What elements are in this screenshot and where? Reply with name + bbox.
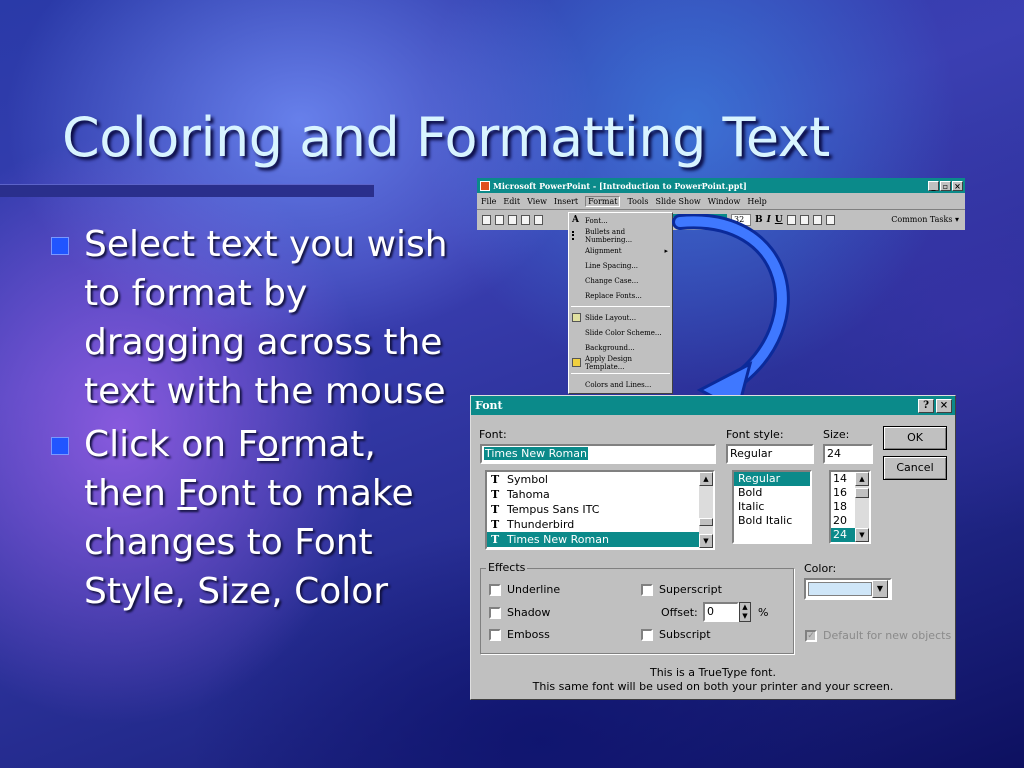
bullets-icon bbox=[572, 231, 581, 240]
help-button[interactable]: ? bbox=[918, 398, 934, 413]
truetype-icon: T bbox=[491, 488, 500, 501]
title-underline bbox=[0, 184, 374, 197]
style-list-item[interactable]: Bold Italic bbox=[734, 514, 810, 528]
menu-edit[interactable]: Edit bbox=[503, 197, 520, 206]
align-right-icon[interactable] bbox=[812, 214, 822, 225]
scroll-up-icon[interactable]: ▲ bbox=[855, 472, 869, 486]
font-style-list[interactable]: Regular Bold Italic Bold Italic bbox=[732, 470, 812, 544]
superscript-checkbox[interactable]: Superscript bbox=[641, 583, 722, 596]
ok-button[interactable]: OK bbox=[883, 426, 947, 450]
font-list[interactable]: T Symbol T Tahoma T Tempus Sans ITC T Thunde… bbox=[485, 470, 715, 550]
scroll-thumb[interactable] bbox=[699, 518, 713, 526]
ppt-titlebar: Microsoft PowerPoint - [Introduction to … bbox=[477, 178, 965, 193]
curved-arrow-icon bbox=[672, 214, 790, 413]
ppt-window-title: Microsoft PowerPoint - [Introduction to … bbox=[493, 180, 747, 191]
font-list-scrollbar[interactable]: ▲ ▼ bbox=[699, 472, 713, 548]
menu-format[interactable]: Format bbox=[585, 195, 621, 207]
open-icon[interactable] bbox=[495, 214, 504, 225]
menu-file[interactable]: File bbox=[481, 197, 496, 206]
scroll-down-icon[interactable]: ▼ bbox=[855, 528, 869, 542]
common-tasks-button[interactable]: Common Tasks ▾ bbox=[891, 215, 959, 224]
font-icon: A bbox=[572, 215, 579, 225]
save-icon[interactable] bbox=[508, 214, 517, 225]
font-label: Font: bbox=[479, 428, 507, 441]
subscript-checkbox[interactable]: Subscript bbox=[641, 628, 711, 641]
slide-title: Coloring and Formatting Text bbox=[62, 106, 830, 169]
ppt-menubar: File Edit View Insert Format Tools Slide… bbox=[477, 193, 965, 210]
scroll-thumb[interactable] bbox=[855, 488, 869, 498]
powerpoint-icon bbox=[480, 180, 490, 191]
truetype-icon: T bbox=[491, 533, 500, 546]
size-label: Size: bbox=[823, 428, 850, 441]
truetype-info: This is a TrueType font. bbox=[649, 666, 776, 679]
bullet-item-2: Click on Format, then Font to make chang… bbox=[48, 420, 468, 616]
chevron-down-icon[interactable]: ▼ bbox=[872, 580, 888, 598]
bullet-text-1: Select text you wish to format by draggi… bbox=[84, 224, 448, 412]
print-icon[interactable] bbox=[521, 214, 530, 225]
font-dialog-titlebar: Font ? × bbox=[471, 396, 955, 415]
menu-view[interactable]: View bbox=[527, 197, 547, 206]
font-dialog: Font ? × Font: Times New Roman T Symbol T… bbox=[470, 395, 956, 700]
menu-window[interactable]: Window bbox=[708, 197, 741, 206]
size-list-scrollbar[interactable]: ▲ ▼ bbox=[855, 472, 869, 542]
style-list-item[interactable]: Bold bbox=[734, 486, 810, 500]
offset-percent: % bbox=[758, 606, 769, 619]
font-list-item[interactable]: T Tahoma bbox=[487, 487, 713, 502]
scroll-down-icon[interactable]: ▼ bbox=[699, 534, 713, 548]
restore-button[interactable]: ▫ bbox=[940, 180, 951, 191]
size-list-item-selected[interactable]: 24 bbox=[831, 528, 857, 542]
emboss-checkbox[interactable]: Emboss bbox=[489, 628, 550, 641]
font-style-label: Font style: bbox=[726, 428, 784, 441]
bullet-list: Select text you wish to format by draggi… bbox=[48, 220, 468, 620]
font-list-item[interactable]: T Tempus Sans ITC bbox=[487, 502, 713, 517]
bullets-icon[interactable] bbox=[825, 214, 835, 225]
offset-label: Offset: bbox=[661, 606, 698, 619]
truetype-icon: T bbox=[491, 473, 500, 486]
new-icon[interactable] bbox=[482, 214, 491, 225]
font-list-item[interactable]: T Thunderbird bbox=[487, 517, 713, 532]
truetype-icon: T bbox=[491, 518, 500, 531]
menu-insert[interactable]: Insert bbox=[554, 197, 578, 206]
style-list-item[interactable]: Italic bbox=[734, 500, 810, 514]
cancel-button[interactable]: Cancel bbox=[883, 456, 947, 480]
font-name-field[interactable]: Times New Roman bbox=[480, 444, 716, 464]
close-button[interactable]: × bbox=[952, 180, 963, 191]
color-picker[interactable]: ▼ bbox=[804, 578, 892, 600]
effects-label: Effects bbox=[486, 561, 528, 574]
size-list[interactable]: 14 16 18 20 24 ▲ ▼ bbox=[829, 470, 871, 544]
color-label: Color: bbox=[804, 562, 837, 575]
design-template-icon bbox=[572, 358, 581, 367]
bullet-item-1: Select text you wish to format by draggi… bbox=[48, 220, 468, 416]
size-field[interactable]: 24 bbox=[823, 444, 873, 464]
scroll-track bbox=[699, 486, 713, 518]
default-for-new-objects-checkbox[interactable]: ✓ Default for new objects bbox=[805, 629, 951, 642]
scroll-up-icon[interactable]: ▲ bbox=[699, 472, 713, 486]
shadow-checkbox[interactable]: Shadow bbox=[489, 606, 550, 619]
printer-screen-info: This same font will be used on both your… bbox=[532, 680, 894, 693]
spelling-icon[interactable] bbox=[534, 214, 543, 225]
menu-help[interactable]: Help bbox=[747, 197, 766, 206]
bullet-text-2: Click on Format, then Font to make chang… bbox=[84, 424, 414, 612]
dialog-close-button[interactable]: × bbox=[936, 398, 952, 413]
minimize-button[interactable]: _ bbox=[928, 180, 939, 191]
color-swatch bbox=[808, 582, 872, 596]
offset-input[interactable]: 0 bbox=[703, 602, 739, 622]
bullet-square-icon bbox=[51, 437, 69, 455]
font-style-field[interactable]: Regular bbox=[726, 444, 814, 464]
truetype-icon: T bbox=[491, 503, 500, 516]
menu-tools[interactable]: Tools bbox=[627, 197, 648, 206]
menu-slide-show[interactable]: Slide Show bbox=[655, 197, 700, 206]
style-list-item-selected[interactable]: Regular bbox=[734, 472, 810, 486]
offset-spinner[interactable]: ▲ ▼ bbox=[739, 602, 751, 622]
bullet-square-icon bbox=[51, 237, 69, 255]
slide-layout-icon bbox=[572, 313, 581, 322]
font-dialog-title: Font bbox=[475, 399, 503, 412]
underline-checkbox[interactable]: Underline bbox=[489, 583, 560, 596]
font-list-item[interactable]: T Symbol bbox=[487, 472, 713, 487]
font-list-item-selected[interactable]: T Times New Roman bbox=[487, 532, 713, 547]
